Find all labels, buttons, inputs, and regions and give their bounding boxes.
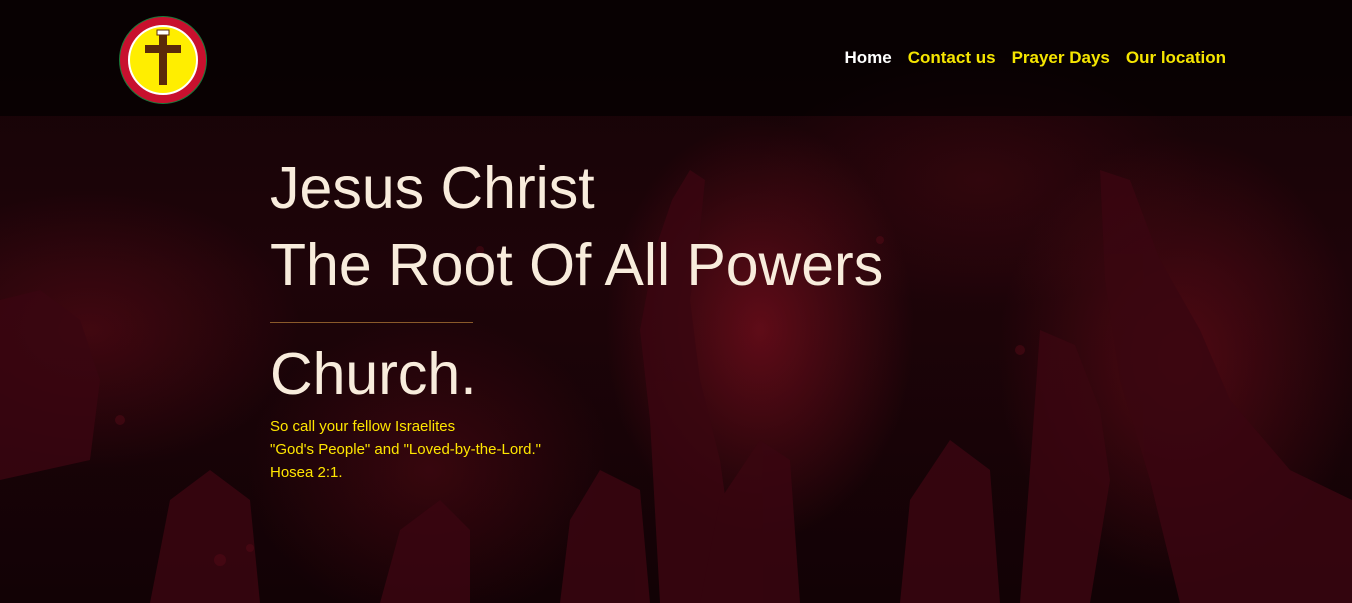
nav-our-location-link[interactable]: Our location xyxy=(1126,46,1226,70)
hero-title-line-1: Jesus Christ xyxy=(270,155,595,221)
hero-section: Home Contact us Prayer Days Our location… xyxy=(0,0,1352,603)
nav-home-link[interactable]: Home xyxy=(844,46,891,70)
hero-title-line-2: The Root Of All Powers xyxy=(270,232,884,298)
site-header: Home Contact us Prayer Days Our location xyxy=(0,0,1352,116)
verse-line-1: So call your fellow Israelites xyxy=(270,418,456,435)
church-logo[interactable] xyxy=(118,15,208,105)
verse-line-2: "God's People" and "Loved-by-the-Lord." xyxy=(270,441,541,458)
cross-logo-icon xyxy=(119,16,207,104)
hero-content: Jesus Christ The Root Of All Powers Chur… xyxy=(270,150,1030,484)
hero-subtitle: Church. xyxy=(270,341,477,407)
nav-contact-us-link[interactable]: Contact us xyxy=(908,46,996,70)
hero-title: Jesus Christ The Root Of All Powers xyxy=(270,150,1030,304)
title-divider xyxy=(270,322,473,323)
bible-verse: So call your fellow Israelites "God's Pe… xyxy=(270,415,1030,484)
main-navigation: Home Contact us Prayer Days Our location xyxy=(844,46,1226,70)
verse-reference: Hosea 2:1. xyxy=(270,464,343,481)
nav-prayer-days-link[interactable]: Prayer Days xyxy=(1012,46,1110,70)
